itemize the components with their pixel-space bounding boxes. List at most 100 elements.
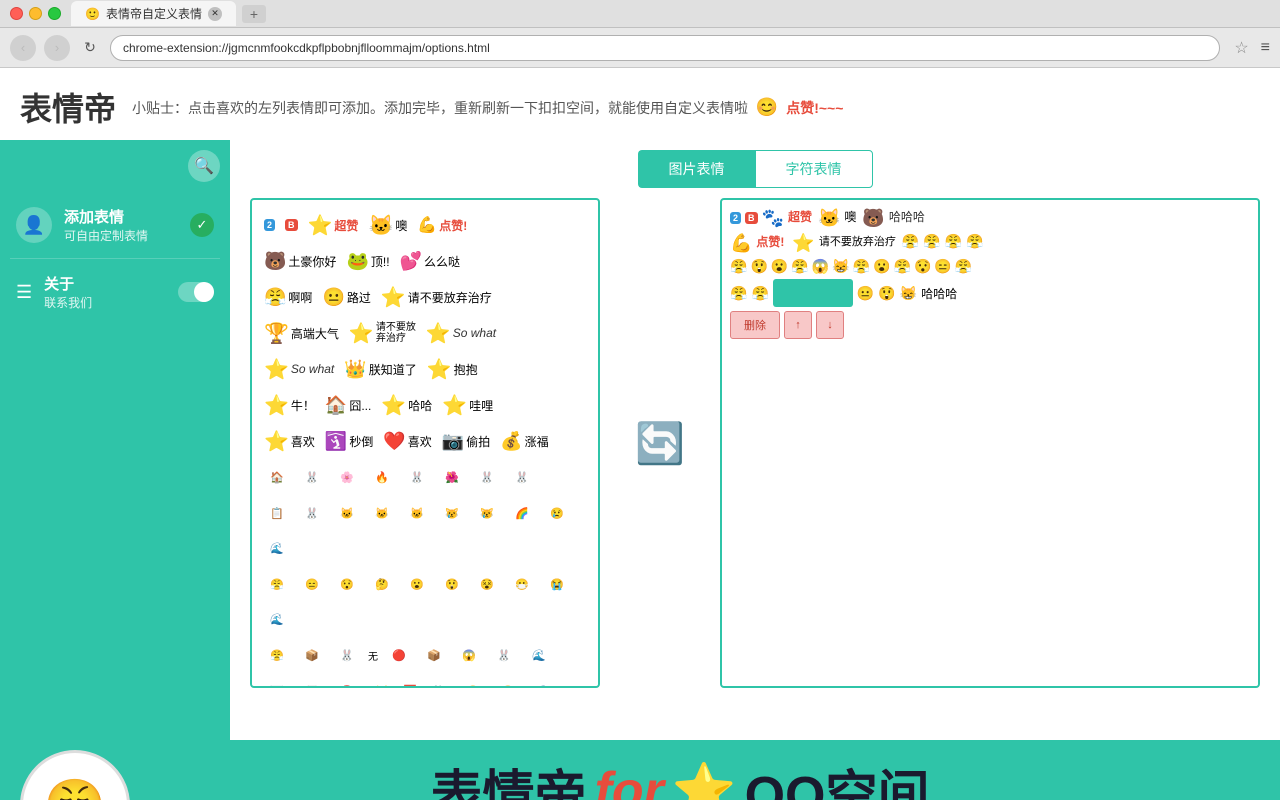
emoji-face-r5[interactable]: 😮 — [400, 567, 434, 601]
emoji-niu[interactable]: ⭐ 牛！ — [260, 388, 319, 422]
toggle-switch[interactable] — [178, 282, 214, 302]
emoji-sm-3[interactable]: 🐱 — [330, 496, 364, 530]
emoji-zhangfu[interactable]: 💰 涨福 — [496, 424, 552, 458]
tab-char-emoji[interactable]: 字符表情 — [755, 150, 873, 188]
emoji-face-r8[interactable]: 😷 — [505, 567, 539, 601]
tab-close-button[interactable]: ✕ — [208, 7, 222, 21]
emoji-dianzan[interactable]: 💪 点赞! — [413, 208, 471, 242]
emoji-aha[interactable]: 😤 啊啊 — [260, 280, 316, 314]
emoji-color-6[interactable]: 😎 — [456, 674, 490, 686]
emoji-so-what[interactable]: ⭐ So what — [422, 316, 500, 350]
emoji-sm-7[interactable]: 😿 — [470, 496, 504, 530]
emoji-color-7[interactable]: 😎 — [491, 674, 525, 686]
back-button[interactable]: ‹ — [10, 35, 36, 61]
emoji-color-8[interactable]: 🌊 — [526, 674, 560, 686]
emoji-misc-4[interactable]: 🔴 — [382, 638, 416, 672]
browser-tab[interactable]: 🙂 表情帝自定义表情 ✕ — [71, 1, 236, 26]
address-bar[interactable]: chrome-extension://jgmcnmfookcdkpflpbobn… — [110, 35, 1220, 61]
emoji-toupai[interactable]: 📷 偷拍 — [438, 424, 494, 458]
emoji-face-r9[interactable]: 😭 — [540, 567, 574, 601]
emoji-sm-6[interactable]: 😿 — [435, 496, 469, 530]
emoji-xihuan[interactable]: ⭐ 喜欢 — [260, 424, 319, 458]
emoji-so-what2[interactable]: ⭐ So what — [260, 352, 338, 386]
emoji-color-4[interactable]: 🐱 — [365, 674, 399, 686]
emoji-color-3[interactable]: 🔴 — [330, 674, 364, 686]
emoji-face-7[interactable]: 🐰 — [470, 460, 504, 494]
emoji-luoguo[interactable]: 😐 路过 — [318, 280, 374, 314]
emoji-row-12: 📊 🃏 🔴 🐱 王 🐰 😎 😎 🌊 — [260, 674, 590, 686]
emoji-face-r1[interactable]: 😤 — [260, 567, 294, 601]
emoji-o[interactable]: 🐱 噢 — [364, 208, 411, 242]
emoji-face-r4[interactable]: 🤔 — [365, 567, 399, 601]
emoji-face-8[interactable]: 🐰 — [505, 460, 539, 494]
emoji-face-6[interactable]: 🌺 — [435, 460, 469, 494]
pink-box-1: 删除 — [730, 311, 780, 339]
emoji-misc-6[interactable]: 😱 — [452, 638, 486, 672]
emoji-face-1[interactable]: 🏠 — [260, 460, 294, 494]
menu-button[interactable]: ≡ — [1261, 39, 1270, 57]
emoji-misc-8[interactable]: 🌊 — [522, 638, 556, 672]
emoji-huggy[interactable]: ⭐ 抱抱 — [423, 352, 482, 386]
url-text: chrome-extension://jgmcnmfookcdkpflpbobn… — [123, 41, 490, 55]
emoji-no-label[interactable]: 无 — [365, 638, 381, 672]
emoji-misc-2[interactable]: 📦 — [295, 638, 329, 672]
left-emoji-panel[interactable]: 2 B ⭐ 超赞 🐱 噢 💪 — [250, 198, 600, 688]
emoji-xihuan2[interactable]: ❤️ 喜欢 — [379, 424, 435, 458]
emoji-color-5[interactable]: 🐰 — [421, 674, 455, 686]
maximize-button[interactable] — [48, 7, 61, 20]
tab-image-emoji[interactable]: 图片表情 — [638, 150, 755, 188]
emoji-jiong[interactable]: 🏠 囧... — [321, 388, 375, 422]
emoji-meme[interactable]: 💕 么么哒 — [396, 244, 464, 278]
emoji-donot-give-up[interactable]: ⭐ 请不要放弃治疗 — [377, 280, 496, 314]
sidebar-item-about[interactable]: ☰ 关于 联系我们 — [0, 259, 230, 325]
emoji-misc-3[interactable]: 🐰 — [330, 638, 364, 672]
sidebar-item-add-emoji[interactable]: 👤 添加表情 可自由定制表情 ✓ — [0, 192, 230, 258]
emoji-wang-label[interactable]: 王 — [400, 674, 420, 686]
forward-button[interactable]: › — [44, 35, 70, 61]
emoji-tuhao[interactable]: 🐻 土豪你好 — [260, 244, 340, 278]
emoji-face-r6[interactable]: 😲 — [435, 567, 469, 601]
emoji-face-5[interactable]: 🐰 — [400, 460, 434, 494]
emoji-misc-7[interactable]: 🐰 — [487, 638, 521, 672]
right-emoji-c: 😤 — [945, 233, 962, 254]
right-o: 噢 — [844, 208, 856, 229]
emoji-misc-5[interactable]: 📦 — [417, 638, 451, 672]
emoji-2-badge[interactable]: 2 — [260, 208, 279, 242]
emoji-zhen-knows[interactable]: 👑 朕知道了 — [340, 352, 420, 386]
right-emoji-panel[interactable]: 2 B 🐾 超赞 🐱 噢 🐻 哈哈哈 💪 点赞! ⭐ 请不要放 — [720, 198, 1260, 688]
emoji-haha[interactable]: ⭐ 哈哈 — [377, 388, 436, 422]
emoji-sm-4[interactable]: 🐱 — [365, 496, 399, 530]
emoji-highend[interactable]: 🏆 高端大气 — [260, 316, 343, 350]
emoji-sm-8[interactable]: 🌈 — [505, 496, 539, 530]
refresh-button[interactable]: ↻ — [78, 36, 102, 60]
right-row4-3: 😐 — [857, 285, 874, 302]
emoji-face-r3[interactable]: 😯 — [330, 567, 364, 601]
emoji-face-4[interactable]: 🔥 — [365, 460, 399, 494]
emoji-misc-1[interactable]: 😤 — [260, 638, 294, 672]
emoji-b-badge[interactable]: B — [281, 208, 302, 242]
emoji-face-r10[interactable]: 🌊 — [260, 602, 294, 636]
right-small-8: 😮 — [873, 258, 890, 275]
bookmark-star-icon[interactable]: ☆ — [1234, 38, 1248, 58]
emoji-face-2[interactable]: 🐰 — [295, 460, 329, 494]
emoji-ding[interactable]: 🐸 顶!! — [342, 244, 393, 278]
search-icon[interactable]: 🔍 — [188, 150, 220, 182]
new-tab-button[interactable]: + — [242, 5, 266, 23]
emoji-color-1[interactable]: 📊 — [260, 674, 294, 686]
emoji-sm-10[interactable]: 🌊 — [260, 531, 294, 565]
close-button[interactable] — [10, 7, 23, 20]
emoji-color-2[interactable]: 🃏 — [295, 674, 329, 686]
emoji-wali[interactable]: ⭐ 哇哩 — [438, 388, 497, 422]
emoji-face-3[interactable]: 🌸 — [330, 460, 364, 494]
emoji-face-r7[interactable]: 😵 — [470, 567, 504, 601]
minimize-button[interactable] — [29, 7, 42, 20]
emoji-chaozan[interactable]: ⭐ 超赞 — [304, 208, 363, 242]
emoji-sm-2[interactable]: 🐰 — [295, 496, 329, 530]
emoji-miao-dao[interactable]: 🛐 秒倒 — [321, 424, 377, 458]
emoji-donot-give-up2[interactable]: ⭐ 请不要放弃治疗 — [345, 316, 420, 350]
emoji-sm-9[interactable]: 😢 — [540, 496, 574, 530]
emoji-face-r2[interactable]: 😑 — [295, 567, 329, 601]
emoji-sm-5[interactable]: 🐱 — [400, 496, 434, 530]
left-panel-scroll[interactable]: 2 B ⭐ 超赞 🐱 噢 💪 — [252, 200, 598, 686]
emoji-sm-1[interactable]: 📋 — [260, 496, 294, 530]
